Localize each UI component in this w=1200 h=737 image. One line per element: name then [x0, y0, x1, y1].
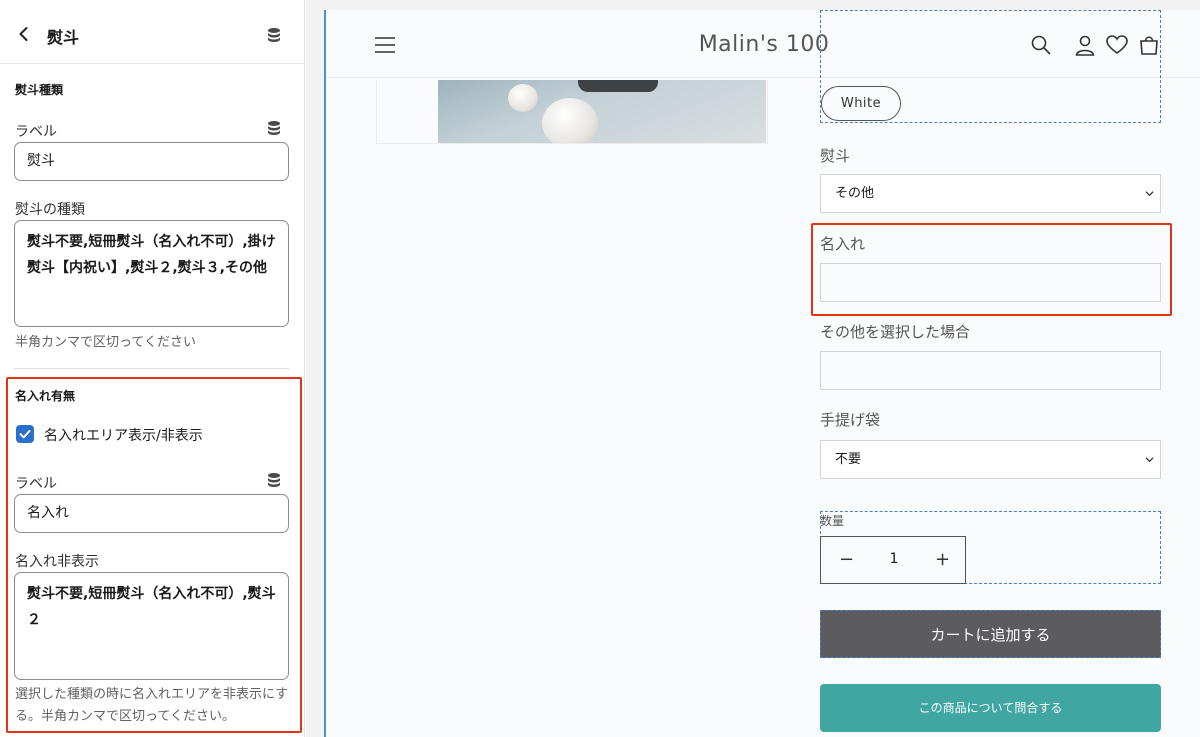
bag-select[interactable]: 不要: [820, 440, 1161, 479]
quantity-label: 数量: [820, 514, 845, 528]
database-icon[interactable]: [266, 472, 282, 488]
noshi-select-value: その他: [835, 186, 875, 201]
name-label: 名入れ: [820, 235, 866, 253]
panel-title: 熨斗: [47, 28, 80, 47]
section-title-name: 名入れ有無: [15, 389, 76, 403]
chevron-left-icon[interactable]: [14, 24, 34, 44]
noshi-label-input[interactable]: 熨斗: [14, 142, 289, 181]
check-icon: [19, 430, 31, 439]
section-title-noshi-type: 熨斗種類: [15, 83, 64, 97]
name-hide-help: 選択した種類の時に名入れエリアを非表示にする。半角カンマで区切ってください。: [15, 687, 289, 724]
other-label: その他を選択した場合: [820, 323, 971, 341]
name-label-field-label: ラベル: [15, 476, 57, 492]
name-input[interactable]: [820, 263, 1161, 302]
name-hide-label: 名入れ非表示: [15, 554, 99, 570]
settings-panel: 熨斗 熨斗種類 ラベル 熨斗 熨斗の種類 熨斗不要,短冊熨斗（名入れ不可）,掛け…: [0, 0, 305, 737]
noshi-types-help: 半角カンマで区切ってください: [15, 335, 196, 350]
bag-select-value: 不要: [835, 452, 862, 467]
label-field-label: ラベル: [15, 124, 57, 140]
quantity-stepper: − 1 +: [820, 536, 966, 584]
divider: [14, 368, 289, 369]
name-hide-textarea[interactable]: 熨斗不要,短冊熨斗（名入れ不可）,熨斗２: [14, 572, 289, 680]
add-to-cart-button[interactable]: カートに追加する: [820, 610, 1161, 658]
noshi-types-textarea[interactable]: 熨斗不要,短冊熨斗（名入れ不可）,掛け熨斗【内祝い】,熨斗２,熨斗３,その他: [14, 220, 289, 327]
bag-label: 手提げ袋: [820, 411, 881, 429]
noshi-select[interactable]: その他: [820, 174, 1161, 213]
panel-header: 熨斗: [0, 0, 304, 64]
name-area-checkbox-label: 名入れエリア表示/非表示: [44, 428, 203, 444]
chevron-down-icon: [1145, 457, 1154, 463]
inquiry-button[interactable]: この商品について問合する: [820, 684, 1161, 732]
preview-area: Malin's 100 White 熨斗 その他 名入れ その他を選択した場合 …: [306, 0, 1200, 737]
name-area-checkbox[interactable]: [16, 425, 34, 443]
chevron-down-icon: [1145, 191, 1154, 197]
variant-pill-white[interactable]: White: [821, 86, 901, 121]
database-icon[interactable]: [266, 27, 282, 43]
name-label-input[interactable]: 名入れ: [14, 494, 289, 533]
noshi-types-label: 熨斗の種類: [15, 202, 85, 218]
quantity-plus-button[interactable]: +: [935, 549, 950, 570]
database-icon[interactable]: [266, 120, 282, 136]
noshi-label: 熨斗: [820, 147, 851, 165]
other-input[interactable]: [820, 351, 1161, 390]
preview-canvas: Malin's 100 White 熨斗 その他 名入れ その他を選択した場合 …: [324, 10, 1200, 737]
image-frame: [376, 80, 768, 144]
